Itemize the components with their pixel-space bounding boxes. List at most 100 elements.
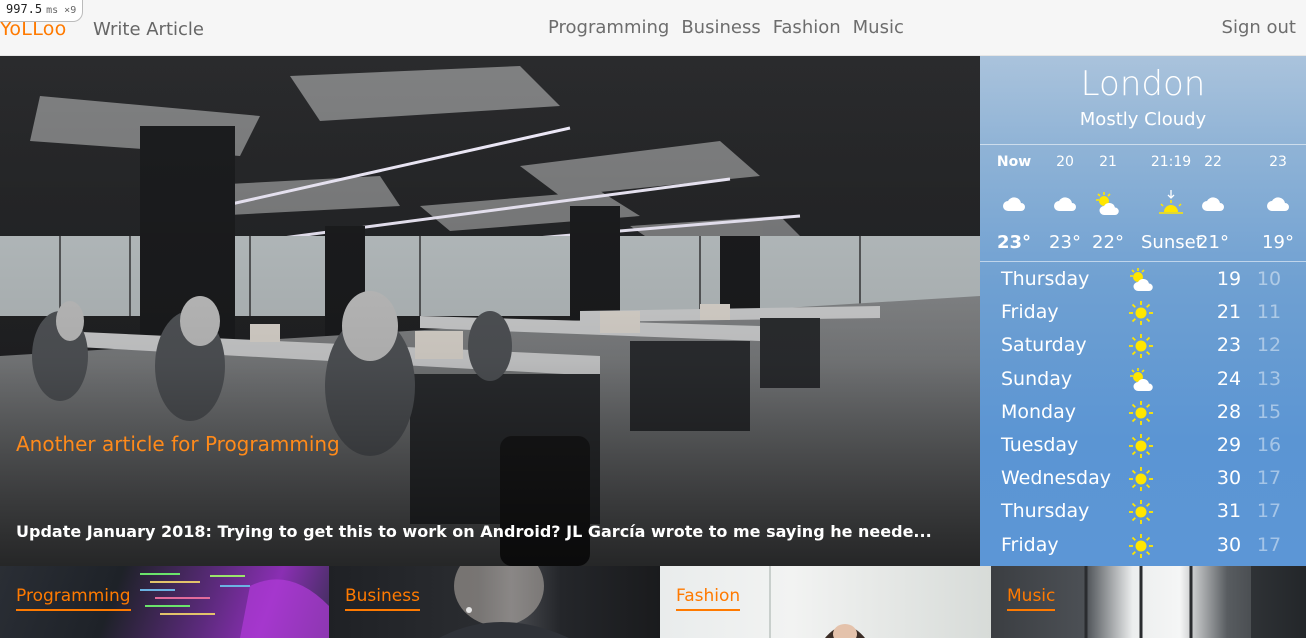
hourly-forecast: Now 23° 20 23° 21 22° 21:19 Sunset 22 21…	[980, 152, 1306, 262]
weather-city: London	[1080, 64, 1206, 104]
hourly-temp: 21°	[1197, 232, 1229, 253]
cloud-icon	[1267, 197, 1289, 211]
weather-condition: Mostly Cloudy	[1079, 109, 1207, 130]
featured-article-image	[0, 56, 980, 566]
perf-multiplier: ×9	[64, 5, 77, 16]
daily-row: Monday 28 15	[980, 397, 1306, 430]
sun-icon	[1129, 467, 1153, 492]
daily-high: 28	[1216, 400, 1242, 423]
hourly-temp: 22°	[1092, 232, 1124, 253]
daily-low: 17	[1256, 533, 1282, 556]
sun-icon	[1129, 301, 1153, 326]
daily-row: Tuesday 29 16	[980, 430, 1306, 463]
daily-high: 24	[1216, 367, 1242, 390]
perf-value: 997.5	[6, 2, 43, 16]
category-tile-label[interactable]: Fashion	[676, 586, 741, 611]
write-article-link[interactable]: Write Article	[93, 19, 204, 40]
hourly-temp: 23°	[1049, 232, 1081, 253]
category-tile-music[interactable]: Music	[991, 566, 1306, 638]
cloud-icon	[1202, 197, 1224, 211]
daily-low: 15	[1256, 400, 1282, 423]
daily-low: 12	[1256, 334, 1282, 357]
hourly-item: 21:19 Sunset	[1141, 152, 1203, 253]
daily-low: 11	[1256, 301, 1282, 324]
nav-link-music[interactable]: Music	[853, 17, 904, 38]
daily-day: Friday	[1001, 301, 1059, 324]
category-tile-fashion[interactable]: Fashion	[660, 566, 991, 638]
partly-sunny-icon	[1130, 268, 1153, 291]
nav-link-fashion[interactable]: Fashion	[773, 17, 841, 38]
daily-low: 13	[1256, 367, 1282, 390]
top-navbar: YoLLoo Write Article Programming Busines…	[0, 0, 1306, 56]
daily-row: Thursday 31 17	[980, 496, 1306, 529]
daily-row: Sunday 24 13	[980, 364, 1306, 397]
daily-high: 30	[1216, 533, 1242, 556]
daily-low: 17	[1256, 467, 1282, 490]
hourly-item: 22 21°	[1193, 152, 1233, 253]
daily-low: 17	[1256, 500, 1282, 523]
featured-article-excerpt: Update January 2018: Trying to get this …	[16, 522, 932, 541]
daily-day: Thursday	[1001, 500, 1090, 523]
daily-forecast: Thursday 19 10 Friday 21 11 Saturday 23 …	[980, 264, 1306, 563]
category-tile-programming[interactable]: Programming	[0, 566, 329, 638]
daily-high: 19	[1216, 268, 1242, 290]
daily-row: Saturday 23 12	[980, 330, 1306, 363]
category-tiles: Programming Business Fashion Music	[0, 566, 1306, 638]
hourly-time: 20	[1056, 154, 1074, 170]
sun-icon	[1129, 334, 1153, 359]
perf-badge: 997.5 ms ×9	[0, 0, 84, 22]
category-nav: Programming Business Fashion Music	[548, 17, 904, 38]
sun-icon	[1129, 500, 1153, 525]
daily-day: Monday	[1001, 400, 1077, 423]
hourly-time: Now	[996, 154, 1032, 170]
daily-low: 10	[1256, 268, 1282, 290]
featured-article[interactable]: Another article for Programming Update J…	[0, 56, 980, 566]
featured-article-title[interactable]: Another article for Programming	[16, 432, 340, 456]
category-tile-label[interactable]: Business	[345, 586, 420, 611]
daily-row: Friday 30 17	[980, 530, 1306, 563]
daily-high: 23	[1216, 334, 1242, 357]
hourly-item: Now 23°	[994, 152, 1034, 253]
daily-day: Sunday	[1001, 367, 1073, 390]
daily-day: Wednesday	[1001, 467, 1112, 490]
sun-icon	[1129, 433, 1153, 458]
hourly-temp: Sunset	[1141, 232, 1203, 253]
daily-low: 16	[1256, 433, 1282, 456]
hourly-time: 23	[1269, 154, 1287, 170]
daily-high: 31	[1216, 500, 1242, 523]
daily-high: 30	[1216, 467, 1242, 490]
daily-high: 29	[1216, 433, 1242, 456]
daily-day: Tuesday	[1001, 433, 1079, 456]
hourly-item: 20 23°	[1045, 152, 1085, 253]
cloud-icon	[1003, 197, 1025, 211]
daily-row: Thursday 19 10	[980, 264, 1306, 297]
sunset-icon	[1159, 190, 1183, 214]
hourly-time: 21	[1099, 154, 1117, 170]
category-tile-business[interactable]: Business	[329, 566, 660, 638]
partly-sunny-icon	[1096, 192, 1119, 215]
category-tile-label[interactable]: Programming	[16, 586, 131, 611]
partly-sunny-icon	[1130, 367, 1153, 391]
nav-link-programming[interactable]: Programming	[548, 17, 669, 38]
daily-day: Saturday	[1001, 334, 1087, 357]
daily-high: 21	[1216, 301, 1242, 324]
hourly-temp: 23°	[996, 232, 1032, 253]
nav-link-business[interactable]: Business	[681, 17, 760, 38]
sign-out-link[interactable]: Sign out	[1222, 17, 1296, 38]
category-tile-label[interactable]: Music	[1007, 586, 1056, 611]
hourly-item: 23 19°	[1258, 152, 1298, 253]
weather-divider	[980, 144, 1306, 145]
sun-icon	[1129, 533, 1153, 558]
hourly-item: 21 22°	[1088, 152, 1128, 253]
perf-unit: ms	[46, 5, 59, 16]
daily-row: Wednesday 30 17	[980, 463, 1306, 496]
daily-day: Friday	[1001, 533, 1059, 556]
weather-widget: London Mostly Cloudy Now 23° 20 23° 21 2…	[980, 56, 1306, 566]
sun-icon	[1129, 400, 1153, 425]
hourly-time: 21:19	[1150, 154, 1192, 170]
cloud-icon	[1054, 197, 1076, 211]
daily-day: Thursday	[1001, 268, 1090, 290]
hourly-temp: 19°	[1262, 232, 1294, 253]
daily-row: Friday 21 11	[980, 297, 1306, 330]
weather-divider	[980, 261, 1306, 262]
